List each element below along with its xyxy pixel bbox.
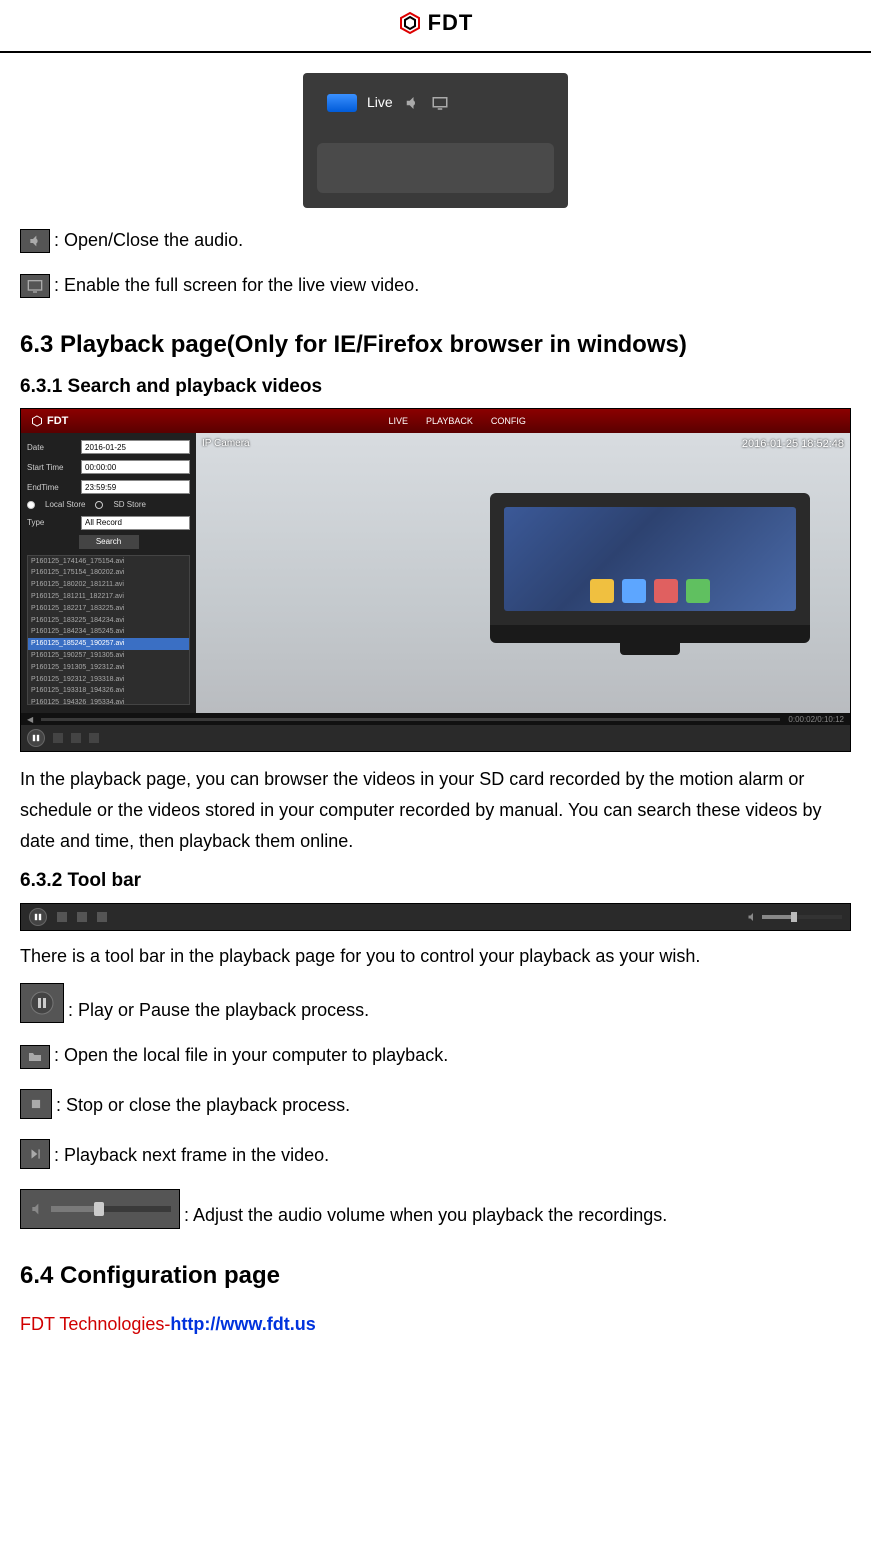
brand-hexagon-icon bbox=[398, 11, 422, 35]
camera-name: IP Camera bbox=[202, 437, 250, 451]
stop-desc: : Stop or close the playback process. bbox=[56, 1093, 350, 1118]
volume-desc: : Adjust the audio volume when you playb… bbox=[184, 1203, 667, 1228]
file-item[interactable]: P160125_181211_182217.avi bbox=[28, 591, 189, 603]
play-pause-icon bbox=[20, 983, 64, 1023]
stop-button[interactable] bbox=[71, 733, 81, 743]
brand-text: FDT bbox=[428, 8, 474, 39]
toolbar-next-icon[interactable] bbox=[97, 912, 107, 922]
start-time-label: Start Time bbox=[27, 462, 75, 473]
stop-icon bbox=[20, 1089, 52, 1119]
file-item[interactable]: P160125_175154_180202.avi bbox=[28, 567, 189, 579]
video-timestamp: 2016-01-25 18:52:48 bbox=[742, 437, 844, 452]
open-file-button[interactable] bbox=[53, 733, 63, 743]
playback-brand: FDT bbox=[31, 414, 68, 429]
file-item[interactable]: P160125_193318_194326.avi bbox=[28, 685, 189, 697]
footer-company: FDT Technologies- bbox=[20, 1314, 170, 1334]
monitor-in-view bbox=[490, 493, 810, 643]
playback-viewport: IP Camera 2016-01-25 18:52:48 bbox=[196, 433, 850, 713]
file-item[interactable]: P160125_185245_190257.avi bbox=[28, 638, 189, 650]
file-item[interactable]: P160125_192312_193318.avi bbox=[28, 674, 189, 686]
footer-url-host[interactable]: www.fdt.us bbox=[220, 1314, 315, 1334]
nav-live[interactable]: LIVE bbox=[389, 415, 409, 428]
open-file-icon bbox=[20, 1045, 50, 1069]
nav-config[interactable]: CONFIG bbox=[491, 415, 526, 428]
file-list[interactable]: P160125_174146_175154.aviP160125_175154_… bbox=[27, 555, 190, 705]
file-item[interactable]: P160125_180202_181211.avi bbox=[28, 579, 189, 591]
end-time-label: EndTime bbox=[27, 482, 75, 493]
section-6-3-1-title: 6.3.1 Search and playback videos bbox=[20, 374, 851, 401]
next-frame-icon bbox=[20, 1139, 50, 1169]
pause-button[interactable] bbox=[27, 729, 45, 747]
live-tab-indicator bbox=[327, 94, 357, 112]
section-6-4-title: 6.4 Configuration page bbox=[20, 1259, 851, 1293]
progress-bar[interactable]: ◀ 0:00:02/0:10:12 bbox=[21, 713, 850, 725]
playback-description: In the playback page, you can browser th… bbox=[20, 764, 851, 856]
playback-interface-figure: FDT LIVE PLAYBACK CONFIG Date 2016-01-25… bbox=[20, 408, 851, 752]
file-item[interactable]: P160125_183225_184234.avi bbox=[28, 615, 189, 627]
file-item[interactable]: P160125_174146_175154.avi bbox=[28, 556, 189, 568]
audio-desc: : Open/Close the audio. bbox=[54, 228, 243, 253]
progress-left-handle[interactable]: ◀ bbox=[27, 714, 33, 725]
playback-header: FDT LIVE PLAYBACK CONFIG bbox=[21, 409, 850, 433]
fullscreen-desc: : Enable the full screen for the live vi… bbox=[54, 273, 419, 298]
toolbar-figure bbox=[20, 903, 851, 931]
live-view-figure: Live bbox=[303, 73, 568, 208]
file-item[interactable]: P160125_194326_195334.avi bbox=[28, 697, 189, 704]
brand-logo: FDT bbox=[398, 8, 474, 39]
type-label: Type bbox=[27, 517, 75, 528]
footer-url-prefix: http:// bbox=[170, 1314, 220, 1334]
file-item[interactable]: P160125_182217_183225.avi bbox=[28, 603, 189, 615]
local-store-label: Local Store bbox=[45, 499, 85, 510]
volume-slider-icon bbox=[20, 1189, 180, 1229]
local-store-radio[interactable] bbox=[27, 501, 35, 509]
fullscreen-icon bbox=[20, 274, 50, 298]
speaker-icon bbox=[403, 94, 421, 112]
file-item[interactable]: P160125_190257_191305.avi bbox=[28, 650, 189, 662]
search-button[interactable]: Search bbox=[79, 535, 139, 549]
next-frame-button[interactable] bbox=[89, 733, 99, 743]
end-time-input[interactable]: 23:59:59 bbox=[81, 480, 190, 494]
open-file-desc: : Open the local file in your computer t… bbox=[54, 1043, 448, 1068]
playback-sidebar: Date 2016-01-25 Start Time 00:00:00 EndT… bbox=[21, 433, 196, 713]
file-item[interactable]: P160125_191305_192312.avi bbox=[28, 662, 189, 674]
start-time-input[interactable]: 00:00:00 bbox=[81, 460, 190, 474]
toolbar-volume[interactable] bbox=[746, 911, 842, 923]
file-item[interactable]: P160125_184234_185245.avi bbox=[28, 626, 189, 638]
toolbar-intro: There is a tool bar in the playback page… bbox=[20, 941, 851, 972]
page-footer: FDT Technologies-http://www.fdt.us bbox=[20, 1312, 851, 1337]
sd-store-radio[interactable] bbox=[95, 501, 103, 509]
control-bar bbox=[21, 725, 850, 751]
section-6-3-2-title: 6.3.2 Tool bar bbox=[20, 868, 851, 895]
screen-icon bbox=[431, 94, 449, 112]
audio-icon bbox=[20, 229, 50, 253]
section-6-3-title: 6.3 Playback page(Only for IE/Firefox br… bbox=[20, 328, 851, 362]
date-label: Date bbox=[27, 442, 75, 453]
toolbar-stop-icon[interactable] bbox=[77, 912, 87, 922]
next-frame-desc: : Playback next frame in the video. bbox=[54, 1143, 329, 1168]
nav-playback[interactable]: PLAYBACK bbox=[426, 415, 473, 428]
live-tab-label: Live bbox=[367, 93, 393, 113]
sd-store-label: SD Store bbox=[113, 499, 145, 510]
play-pause-desc: : Play or Pause the playback process. bbox=[68, 998, 369, 1023]
toolbar-pause-icon[interactable] bbox=[29, 908, 47, 926]
toolbar-open-icon[interactable] bbox=[57, 912, 67, 922]
type-select[interactable]: All Record bbox=[81, 516, 190, 530]
date-input[interactable]: 2016-01-25 bbox=[81, 440, 190, 454]
progress-time: 0:00:02/0:10:12 bbox=[788, 714, 844, 725]
